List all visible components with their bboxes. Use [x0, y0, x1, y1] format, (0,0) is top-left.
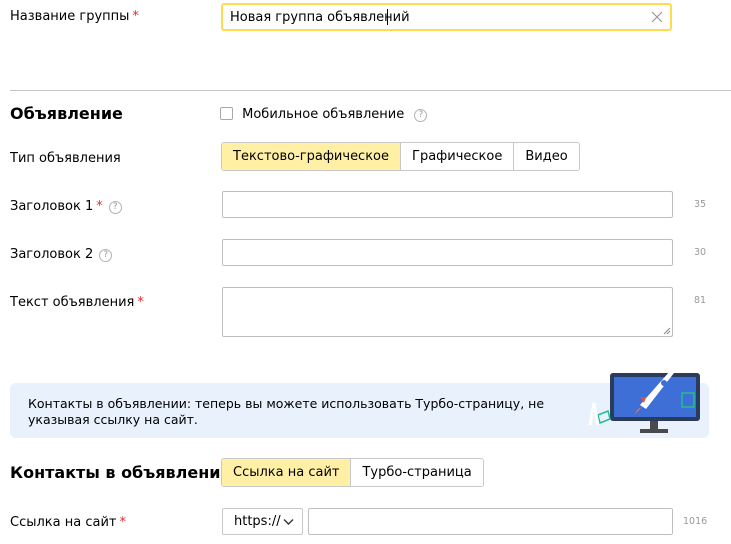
help-icon[interactable]: ?: [108, 201, 122, 214]
group-name-label: Название группы *: [10, 9, 139, 24]
section-divider: [10, 90, 731, 91]
ad-type-switch: Текстово-графическое Графическое Видео: [221, 142, 580, 171]
mobile-ad-checkbox[interactable]: [220, 107, 233, 120]
rocket-monitor-illustration: [588, 365, 700, 433]
text-caret: [387, 9, 388, 25]
banner-text: Контакты в объявлении: теперь вы можете …: [28, 396, 545, 427]
site-link-counter: 1016: [683, 516, 708, 527]
mobile-ad-option[interactable]: Мобильное объявление ?: [220, 107, 428, 122]
mobile-ad-label: Мобильное объявление: [242, 107, 405, 122]
help-icon[interactable]: ?: [414, 109, 428, 122]
ad-text-textarea[interactable]: [222, 287, 673, 337]
required-mark: *: [119, 515, 126, 530]
clear-icon[interactable]: [650, 9, 664, 25]
required-mark: *: [137, 295, 144, 310]
contacts-type-switch: Ссылка на сайт Турбо-страница: [221, 458, 484, 487]
site-link-label: Ссылка на сайт *: [10, 515, 126, 530]
ad-text-label: Текст объявления *: [10, 295, 144, 310]
chevron-down-icon: [283, 519, 294, 525]
group-name-input[interactable]: Новая группа объявлений: [221, 3, 672, 31]
protocol-select[interactable]: https://: [222, 508, 303, 535]
contacts-section-title: Контакты в объявлении: [10, 463, 232, 482]
site-link-input[interactable]: [308, 508, 673, 535]
resize-handle-icon[interactable]: [663, 327, 671, 335]
turbo-info-banner: Контакты в объявлении: теперь вы можете …: [10, 365, 709, 438]
required-mark: *: [96, 199, 103, 214]
ad-text-counter: 81: [694, 295, 707, 306]
help-icon[interactable]: ?: [99, 249, 113, 262]
headline2-label: Заголовок 2?: [10, 247, 113, 262]
headline2-input[interactable]: [222, 239, 673, 266]
protocol-value: https://: [234, 514, 281, 529]
headline2-counter: 30: [694, 247, 707, 258]
contacts-site-link-option[interactable]: Ссылка на сайт: [222, 459, 351, 486]
ad-section-title: Объявление: [10, 104, 123, 123]
ad-type-label: Тип объявления: [10, 151, 121, 166]
contacts-turbo-page-option[interactable]: Турбо-страница: [350, 459, 483, 486]
headline1-counter: 35: [694, 199, 707, 210]
headline1-input[interactable]: [222, 191, 673, 218]
ad-type-graphic[interactable]: Графическое: [400, 143, 514, 170]
ad-type-text-graphic[interactable]: Текстово-графическое: [222, 143, 401, 170]
group-name-value: Новая группа объявлений: [230, 10, 410, 25]
ad-type-video[interactable]: Видео: [513, 143, 579, 170]
headline1-label: Заголовок 1 *?: [10, 199, 122, 214]
required-mark: *: [132, 9, 139, 24]
